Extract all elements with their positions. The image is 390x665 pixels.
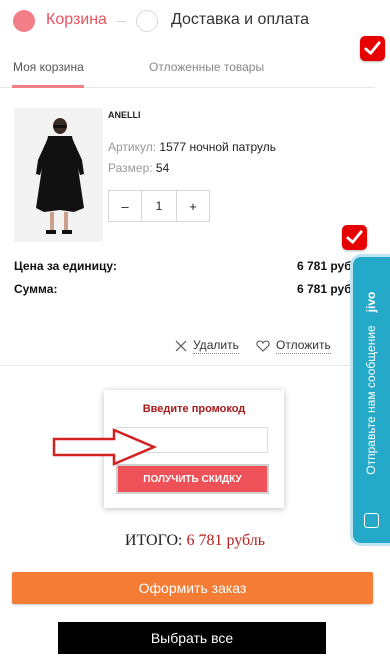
total-label: ИТОГО:: [124, 532, 183, 549]
product-size: Размер: 54: [108, 161, 169, 175]
step-indicator: [136, 10, 158, 32]
promo-title: Введите промокод: [142, 403, 246, 415]
step-indicator-active: [13, 10, 35, 32]
jivo-logo: jivo: [364, 291, 378, 313]
tab-active-underline: [12, 85, 84, 88]
size-value: 54: [155, 161, 170, 175]
check-icon[interactable]: [342, 225, 367, 250]
quantity-input[interactable]: 1: [142, 190, 176, 222]
step-cart-label[interactable]: Корзина: [46, 11, 107, 29]
get-discount-button[interactable]: ПОЛУЧИТЬ СКИДКУ: [116, 464, 269, 494]
delete-button[interactable]: Удалить: [175, 338, 239, 354]
order-total: ИТОГО: 6 781 рубль: [0, 532, 390, 550]
quantity-minus-button[interactable]: –: [108, 190, 142, 222]
product-article: Артикул: 1577 ночной патруль: [108, 140, 276, 154]
quantity-stepper: – 1 +: [108, 190, 210, 222]
step-separator: [117, 21, 126, 22]
tab-postponed[interactable]: Отложенные товары: [149, 60, 264, 74]
total-amount: 6 781 рубль: [186, 532, 266, 549]
heart-icon: [256, 340, 270, 352]
sum-label: Сумма:: [14, 282, 58, 296]
product-brand[interactable]: ANELLI: [108, 110, 141, 120]
chat-icon: [364, 513, 379, 528]
arrow-icon: [52, 428, 158, 466]
delete-label: Удалить: [193, 338, 239, 354]
quantity-plus-button[interactable]: +: [176, 190, 210, 222]
step-delivery-label[interactable]: Доставка и оплата: [171, 11, 309, 29]
divider: [0, 365, 375, 366]
postpone-label: Отложить: [276, 338, 331, 354]
close-icon: [175, 340, 187, 352]
article-label: Артикул:: [108, 140, 157, 154]
chat-widget-tab[interactable]: jivo Отправьте нам сообщение: [353, 257, 390, 543]
size-label: Размер:: [108, 161, 153, 175]
chat-widget-text: Отправьте нам сообщение: [364, 325, 378, 475]
postpone-button[interactable]: Отложить: [256, 338, 331, 354]
product-image[interactable]: [14, 108, 103, 242]
tab-my-cart[interactable]: Моя корзина: [13, 60, 84, 74]
unit-price-label: Цена за единицу:: [14, 259, 117, 273]
cart-tabs: Моя корзина Отложенные товары: [0, 52, 375, 88]
article-value: 1577 ночной патруль: [159, 140, 277, 154]
checkout-steps: Корзина Доставка и оплата: [0, 0, 390, 42]
select-all-button[interactable]: Выбрать все: [58, 622, 326, 654]
place-order-button[interactable]: Оформить заказ: [12, 572, 373, 604]
